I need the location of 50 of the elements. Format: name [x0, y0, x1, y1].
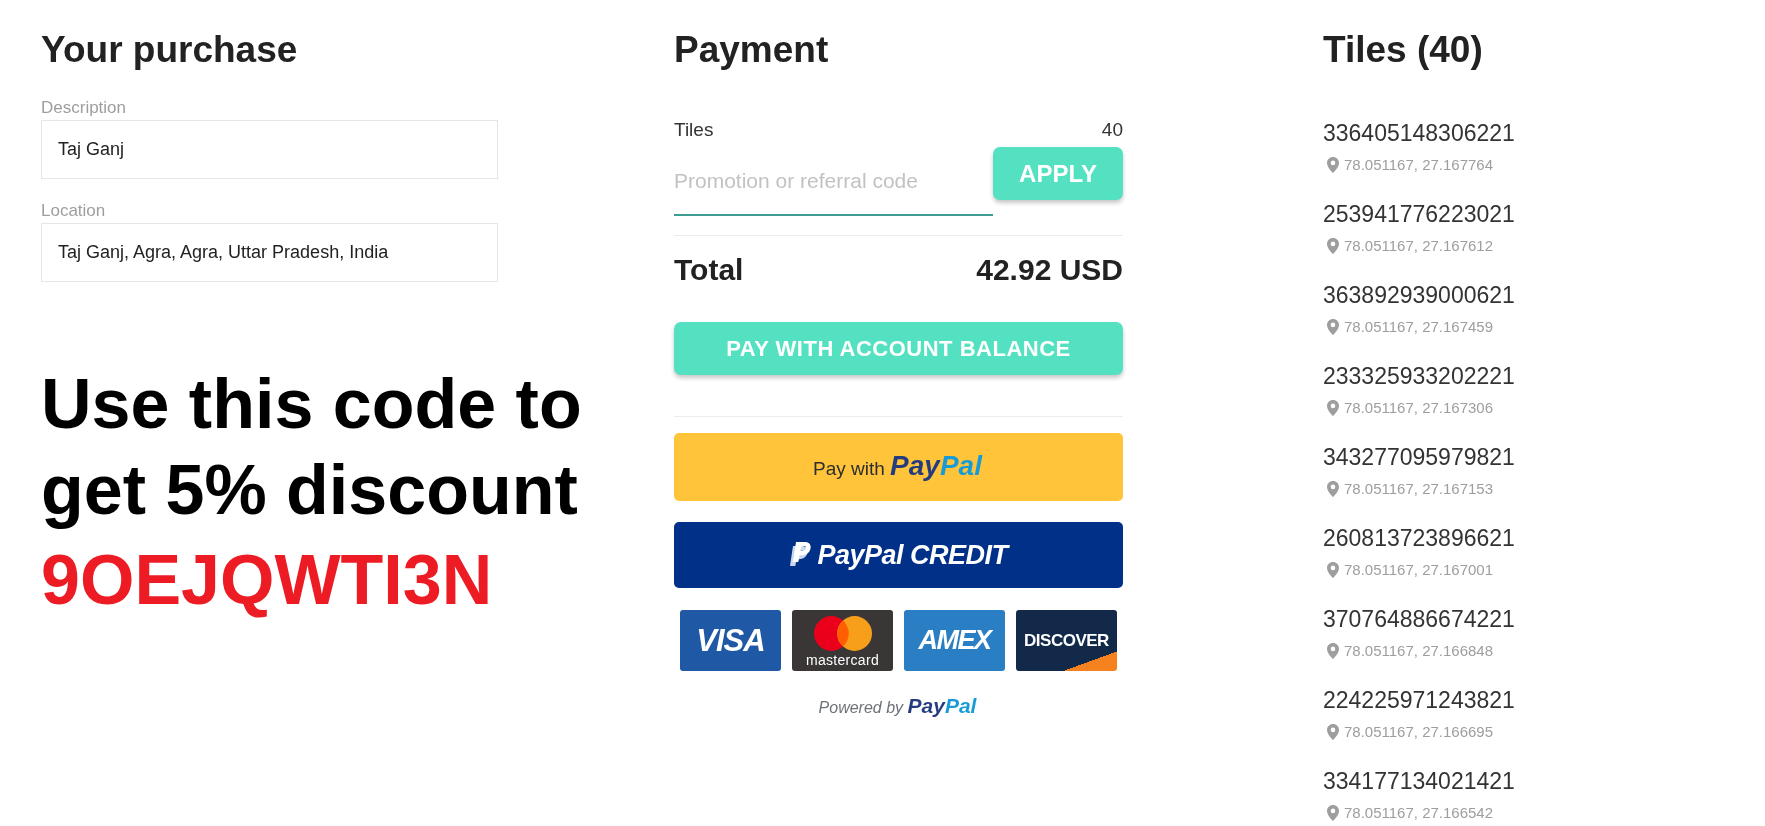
promo-code: 9OEJQWTI3N — [41, 540, 493, 621]
summary-value: 40 — [1101, 119, 1123, 141]
map-pin-icon — [1327, 805, 1339, 821]
tile-id: 343277095979821 — [1323, 443, 1515, 471]
card-logo: VISA — [680, 610, 781, 671]
tile-id: 260813723896621 — [1323, 524, 1515, 552]
tile-id: 233325933202221 — [1323, 362, 1515, 390]
card-logo: DISCOVER — [1016, 610, 1117, 671]
map-pin-icon — [1327, 724, 1339, 740]
map-pin-icon — [1327, 400, 1339, 416]
section-title: Payment — [674, 28, 829, 72]
tile-coordinates: 78.051167, 27.167153 — [1344, 480, 1494, 498]
tile-coordinates: 78.051167, 27.167612 — [1344, 237, 1494, 255]
tile-id: 363892939000621 — [1323, 281, 1515, 309]
map-pin-icon — [1327, 238, 1339, 254]
tile-coordinates: 78.051167, 27.166695 — [1344, 723, 1494, 741]
total-label: Total — [674, 252, 744, 288]
tile-id: 253941776223021 — [1323, 200, 1515, 228]
map-pin-icon — [1327, 481, 1339, 497]
paypal-credit-button[interactable]: PayPal CREDIT — [674, 522, 1123, 588]
card-logo: AMEX — [904, 610, 1005, 671]
powered-by-note: Powered by PayPal — [818, 695, 979, 719]
total-amount: 42.92 USD — [976, 252, 1123, 288]
map-pin-icon — [1327, 319, 1339, 335]
map-pin-icon — [1327, 157, 1339, 173]
tile-id: 370764886674221 — [1323, 605, 1515, 633]
card-logo-text: mastercard — [806, 652, 879, 668]
map-pin-icon — [1327, 643, 1339, 659]
overlapping-circles-icon — [813, 616, 872, 651]
map-pin-icon — [1327, 562, 1339, 578]
tile-id: 336405148306221 — [1323, 119, 1515, 147]
text-field[interactable]: Taj Ganj — [41, 120, 498, 179]
tile-coordinates: 78.051167, 27.167306 — [1344, 399, 1494, 417]
tile-coordinates: 78.051167, 27.167764 — [1344, 156, 1494, 174]
tile-coordinates: 78.051167, 27.167459 — [1344, 318, 1494, 336]
field-label: Location — [41, 201, 106, 221]
paypal-button[interactable]: Pay with PayPal — [674, 433, 1123, 501]
tile-coordinates: 78.051167, 27.167001 — [1344, 561, 1494, 579]
promo-code-field[interactable]: Promotion or referral code — [674, 147, 993, 216]
promo-message: Use this code to get 5% discount — [41, 364, 583, 531]
summary-label: Tiles — [674, 119, 714, 141]
section-title: Your purchase — [41, 28, 298, 72]
tile-coordinates: 78.051167, 27.166542 — [1344, 804, 1494, 822]
tile-coordinates: 78.051167, 27.166848 — [1344, 642, 1494, 660]
tile-id: 224225971243821 — [1323, 686, 1515, 714]
field-label: Description — [41, 98, 127, 118]
p-monogram-icon — [789, 542, 812, 568]
section-title: Tiles (40) — [1323, 28, 1483, 72]
text-field[interactable]: Taj Ganj, Agra, Agra, Uttar Pradesh, India — [41, 223, 498, 282]
tile-id: 334177134021421 — [1323, 767, 1515, 795]
